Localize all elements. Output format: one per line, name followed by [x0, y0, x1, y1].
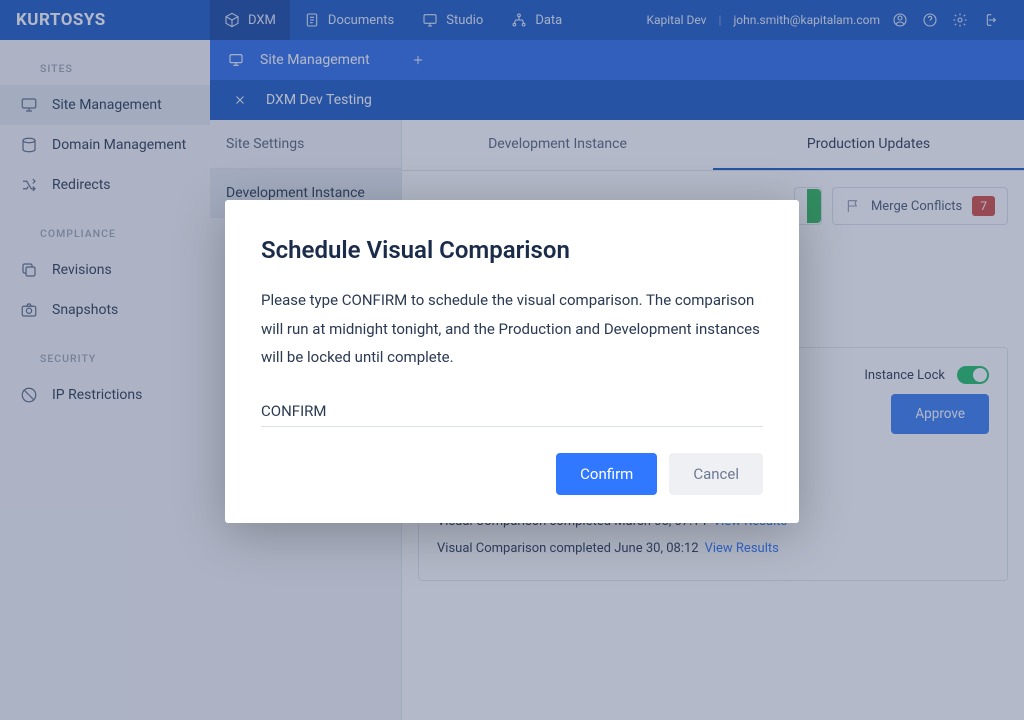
modal-body: Please type CONFIRM to schedule the visu…	[261, 286, 763, 372]
modal-title: Schedule Visual Comparison	[261, 236, 763, 264]
schedule-visual-comparison-modal: Schedule Visual Comparison Please type C…	[225, 200, 799, 523]
cancel-button[interactable]: Cancel	[669, 453, 763, 495]
modal-overlay: Schedule Visual Comparison Please type C…	[0, 0, 1024, 720]
confirm-button[interactable]: Confirm	[556, 453, 657, 495]
confirm-input[interactable]	[261, 396, 763, 427]
